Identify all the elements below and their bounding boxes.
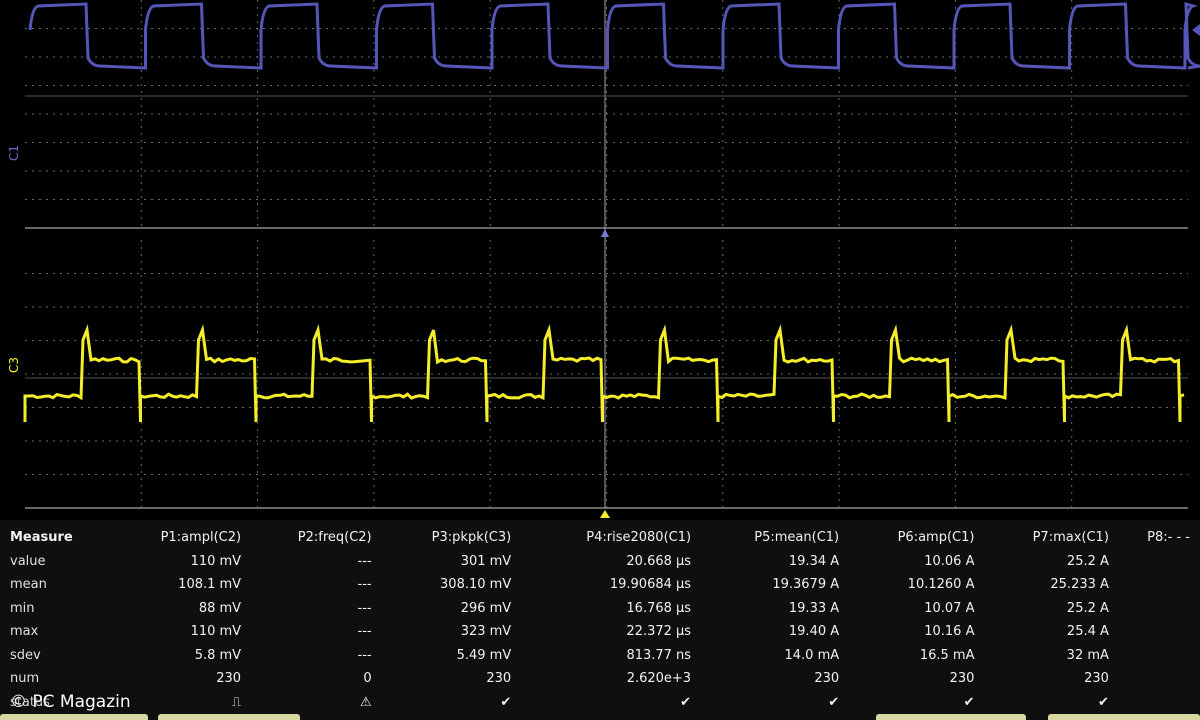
param-header[interactable]: P5:mean(C1): [695, 526, 843, 550]
measurement-cell: 301 mV: [460, 553, 512, 569]
param-header[interactable]: P7:max(C1): [978, 526, 1112, 550]
channel-c1-label[interactable]: C1: [7, 145, 21, 161]
measurement-cell: ✔: [1098, 694, 1109, 710]
c1-offset-marker-icon[interactable]: [1192, 24, 1200, 36]
menu-tab[interactable]: [1048, 714, 1200, 720]
measurement-cell: 10.16 A: [924, 624, 975, 640]
measurement-cell: ✔: [828, 694, 840, 710]
measurement-cell: 25.2 A: [1066, 600, 1109, 616]
measurement-cell: ⚠: [359, 694, 372, 710]
measurement-cell: 110 mV: [190, 553, 242, 569]
watermark: © PC Magazin: [10, 692, 131, 712]
menu-tab[interactable]: [876, 714, 1026, 720]
measurement-cell: 10.06 A: [924, 553, 975, 569]
measurement-cell: ---: [357, 600, 372, 616]
measurement-header-row: Measure P1:ampl(C2) P2:freq(C2) P3:pkpk(…: [6, 526, 1194, 550]
measurement-cell: 5.8 mV: [194, 647, 242, 663]
measurement-cell: 19.33 A: [788, 600, 840, 616]
measurement-cell: 230: [1084, 671, 1109, 687]
measurement-row-value: value 110 mV --- 301 mV 20.668 µs 19.34 A 10.0…: [6, 550, 1194, 574]
measurement-cell: 813.77 ns: [626, 647, 692, 663]
measurement-row-num: num 230 0 230 2.620e+3 230 230 230: [6, 667, 1194, 691]
measurement-cell: 323 mV: [460, 624, 512, 640]
measurement-cell: 110 mV: [190, 624, 242, 640]
measurement-cell: 5.49 mV: [456, 647, 512, 663]
measurement-row-min: min 88 mV --- 296 mV 16.768 µs 19.33 A 10.07 A…: [6, 597, 1194, 621]
measurement-cell: ---: [357, 647, 372, 663]
measurement-cell: ✔: [680, 694, 692, 710]
measurement-row-max: max 110 mV --- 323 mV 22.372 µs 19.40 A 10.16 …: [6, 620, 1194, 644]
param-header[interactable]: P1:ampl(C2): [104, 526, 245, 550]
measurement-cell: 88 mV: [198, 600, 242, 616]
measurement-cell: ---: [357, 624, 372, 640]
measurement-cell: 20.668 µs: [626, 553, 692, 569]
measurement-cell: [1113, 644, 1194, 668]
measurement-cell: 25.2 A: [1066, 553, 1109, 569]
measurement-cell: 19.3679 A: [772, 577, 840, 593]
param-header[interactable]: P3:pkpk(C3): [376, 526, 516, 550]
measurement-cell: [1113, 667, 1194, 691]
measurement-cell: ✔: [500, 694, 512, 710]
measurement-cell: 296 mV: [460, 600, 512, 616]
measurement-cell: 14.0 mA: [784, 647, 840, 663]
measurement-cell: [1113, 550, 1194, 574]
measurement-cell: 0: [363, 671, 372, 687]
measurement-cell: ---: [357, 577, 372, 593]
row-label: num: [10, 671, 40, 687]
measurement-cell: 10.1260 A: [907, 577, 975, 593]
measurement-cell: 25.4 A: [1066, 624, 1109, 640]
c1-trace: [28, 1, 1200, 70]
measurement-cell: [1113, 620, 1194, 644]
measurement-cell: [1113, 597, 1194, 621]
measurement-cell: 25.233 A: [1050, 577, 1109, 593]
row-label: max: [10, 624, 39, 640]
row-label: value: [10, 553, 46, 569]
trigger-marker-icon[interactable]: [600, 510, 610, 518]
param-header[interactable]: P6:amp(C1): [843, 526, 978, 550]
param-header[interactable]: P4:rise2080(C1): [515, 526, 695, 550]
measurement-cell: 2.620e+3: [626, 671, 692, 687]
measurement-cell: 16.768 µs: [626, 600, 692, 616]
measurement-row-status: status ⎍ ⚠ ✔ ✔ ✔ ✔ ✔: [6, 691, 1194, 715]
menu-tab[interactable]: [158, 714, 300, 720]
measurement-cell: 230: [814, 671, 840, 687]
measurement-cell: 10.07 A: [924, 600, 975, 616]
measurement-panel: Measure P1:ampl(C2) P2:freq(C2) P3:pkpk(…: [0, 520, 1200, 720]
measurement-cell: [1113, 573, 1194, 597]
oscilloscope-display: C1 C3: [0, 0, 1200, 520]
measurement-row-sdev: sdev 5.8 mV --- 5.49 mV 813.77 ns 14.0 mA 16.5…: [6, 644, 1194, 668]
measurement-cell: 308.10 mV: [440, 577, 512, 593]
measurement-cell: 19.34 A: [788, 553, 840, 569]
row-label: sdev: [10, 647, 41, 663]
measurement-table: Measure P1:ampl(C2) P2:freq(C2) P3:pkpk(…: [6, 526, 1194, 714]
measurement-cell: ✔: [963, 694, 975, 710]
measurement-cell: 19.90684 µs: [609, 577, 692, 593]
measurement-cell: 230: [216, 671, 242, 687]
trigger-marker-icon[interactable]: [601, 229, 609, 237]
row-label: mean: [10, 577, 47, 593]
measure-title: Measure: [10, 530, 73, 546]
row-label: min: [10, 600, 35, 616]
measurement-cell: 32 mA: [1066, 647, 1109, 663]
measurement-cell: 108.1 mV: [178, 577, 242, 593]
measurement-cell: 16.5 mA: [919, 647, 975, 663]
measurement-cell: ---: [357, 553, 372, 569]
measurement-cell: 22.372 µs: [626, 624, 692, 640]
param-header[interactable]: P8:- - -: [1113, 526, 1194, 550]
measurement-cell: 19.40 A: [788, 624, 840, 640]
param-header[interactable]: P2:freq(C2): [245, 526, 376, 550]
menu-tab[interactable]: [0, 714, 148, 720]
measurement-cell: 230: [486, 671, 512, 687]
measurement-cell: [1113, 691, 1194, 715]
measurement-cell: 230: [949, 671, 975, 687]
measurement-row-mean: mean 108.1 mV --- 308.10 mV 19.90684 µs 19.36…: [6, 573, 1194, 597]
channel-c3-label[interactable]: C3: [7, 357, 21, 373]
waveform-area: [23, 0, 1200, 518]
